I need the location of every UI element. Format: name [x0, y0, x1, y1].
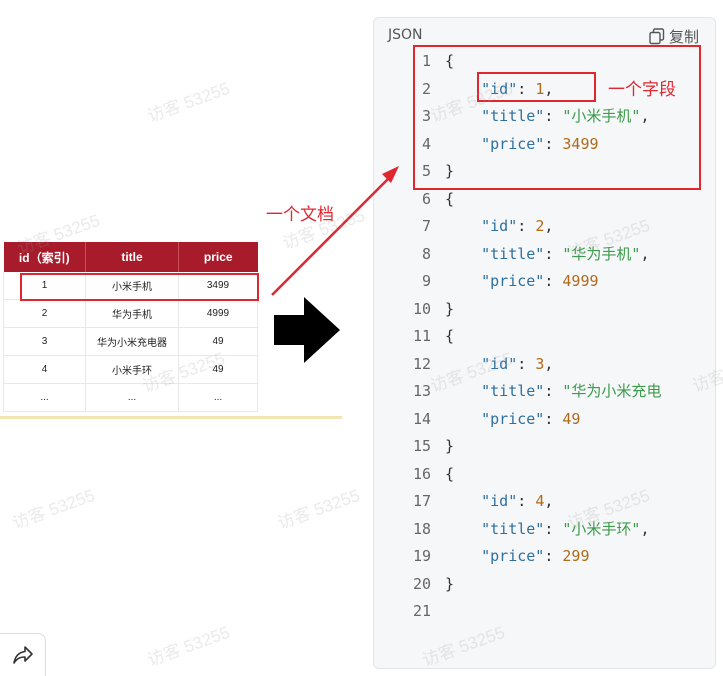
- share-button[interactable]: [0, 633, 46, 676]
- field-highlight-box: [477, 72, 596, 102]
- code-line: 9 "price": 4999: [374, 268, 715, 295]
- table-row: ... ... ...: [3, 383, 258, 412]
- code-line: 10}: [374, 296, 715, 323]
- watermark: 访客 53255: [275, 485, 363, 534]
- field-label: 一个字段: [608, 80, 676, 100]
- code-text: "price": 49: [481, 409, 581, 428]
- document-row-highlight: [20, 273, 259, 301]
- line-number: 14: [412, 409, 431, 428]
- document-highlight-box: [413, 45, 701, 190]
- code-text: "price": 299: [481, 547, 590, 565]
- code-text: "price": 4999: [481, 272, 599, 290]
- code-line: 16 {: [374, 461, 715, 488]
- code-line: 7 "id": 2,: [374, 213, 715, 240]
- code-line: 11 {: [374, 323, 715, 350]
- code-line: 17 "id": 4,: [374, 488, 715, 515]
- column-header-id: id（索引): [3, 242, 86, 272]
- copy-button[interactable]: 复制: [649, 26, 699, 47]
- cell-title: ...: [85, 383, 179, 412]
- line-number: 7: [421, 217, 431, 235]
- cell-id: 2: [3, 299, 86, 328]
- code-line: 15}: [374, 433, 715, 460]
- table-row: 2 华为手机 4999: [3, 299, 258, 328]
- code-text: }: [445, 299, 455, 318]
- cell-title: 华为小米充电器: [85, 327, 179, 356]
- code-line: 12 "id": 3,: [374, 351, 715, 378]
- copy-icon: [649, 28, 665, 45]
- cell-title: 华为手机: [85, 299, 179, 328]
- line-number: 9: [421, 272, 431, 290]
- share-icon: [12, 646, 33, 664]
- cell-id: 3: [3, 327, 86, 356]
- code-text: "title": "小米手环",: [481, 519, 650, 538]
- document-label: 一个文档: [266, 205, 334, 225]
- code-line: 8 "title": "华为手机",: [374, 241, 715, 268]
- line-number: 18: [412, 519, 431, 538]
- code-line: 18 "title": "小米手环",: [374, 516, 715, 543]
- table-row: 4 小米手环 49: [3, 355, 258, 384]
- code-line: 20}: [374, 571, 715, 598]
- line-number: 10: [412, 299, 431, 318]
- line-number: 8: [421, 244, 431, 263]
- cell-id: ...: [3, 383, 86, 412]
- cell-price: 49: [178, 327, 258, 356]
- code-text: }: [445, 574, 455, 593]
- table-header-row: id（索引) title price: [3, 242, 258, 272]
- watermark: 访客 53255: [145, 78, 233, 127]
- code-text: }: [445, 437, 455, 455]
- code-text: "title": "华为手机",: [481, 244, 650, 263]
- line-number: 11: [412, 327, 431, 345]
- code-language-label: JSON: [388, 27, 423, 43]
- line-number: 15: [412, 437, 431, 455]
- watermark: 访客 53255: [10, 485, 98, 534]
- column-header-price: price: [178, 242, 258, 272]
- divider-line: [0, 416, 342, 419]
- line-number: 17: [412, 492, 431, 510]
- watermark: 访客 53255: [145, 622, 233, 671]
- code-text: "title": "华为小米充电: [481, 382, 662, 400]
- cell-price: ...: [178, 383, 258, 412]
- cell-title: 小米手环: [85, 355, 179, 384]
- code-text: {: [445, 464, 455, 483]
- code-text: "id": 4,: [481, 492, 554, 510]
- cell-price: 4999: [178, 299, 258, 328]
- index-table: id（索引) title price 1 小米手机 3499 2 华为手机 49…: [3, 242, 258, 412]
- line-number: 13: [412, 382, 431, 400]
- table-row: 3 华为小米充电器 49: [3, 327, 258, 356]
- cell-price: 49: [178, 355, 258, 384]
- line-number: 19: [412, 547, 431, 565]
- transform-arrow-icon: [274, 297, 340, 363]
- column-header-title: title: [85, 242, 179, 272]
- code-text: "id": 3,: [481, 354, 554, 373]
- cell-id: 4: [3, 355, 86, 384]
- code-text: "id": 2,: [481, 217, 554, 235]
- code-line: 14 "price": 49: [374, 406, 715, 433]
- code-line: 13 "title": "华为小米充电: [374, 378, 715, 405]
- line-number: 12: [412, 354, 431, 373]
- line-number: 16: [412, 464, 431, 483]
- code-line: 19 "price": 299: [374, 543, 715, 570]
- copy-label: 复制: [668, 28, 699, 46]
- code-text: {: [445, 327, 455, 345]
- code-line: 21: [374, 598, 715, 625]
- line-number: 20: [412, 574, 431, 593]
- line-number: 21: [412, 602, 431, 620]
